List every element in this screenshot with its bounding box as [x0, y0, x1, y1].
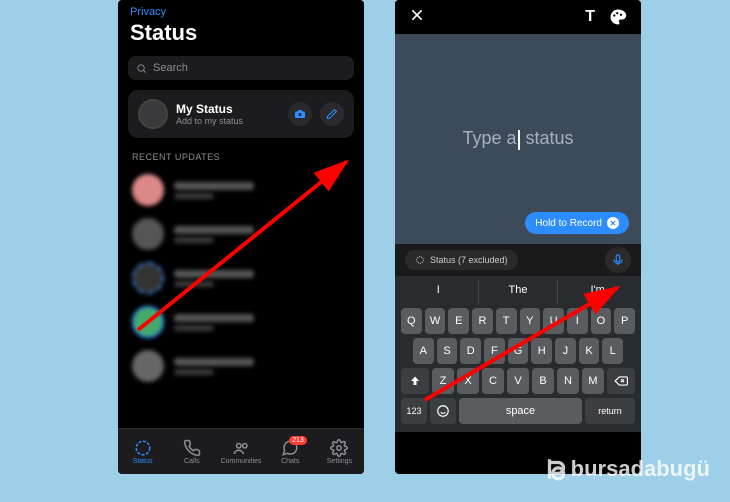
tab-chats[interactable]: 213Chats [266, 439, 315, 465]
suggestion[interactable]: I'm [558, 280, 637, 304]
header: Privacy Status [118, 0, 364, 50]
camera-icon [294, 108, 306, 120]
palette-icon[interactable] [609, 8, 627, 26]
dismiss-pill-button[interactable]: ✕ [607, 217, 619, 229]
watermark-icon [543, 456, 569, 482]
search-input[interactable]: Search [128, 56, 354, 80]
phone-compose-status: T Type a status Hold to Record ✕ Status … [395, 0, 641, 474]
tab-calls[interactable]: Calls [167, 439, 216, 465]
avatar [132, 262, 164, 294]
key-m[interactable]: M [582, 368, 604, 394]
tab-bar: Status Calls Communities 213Chats Settin… [118, 428, 364, 474]
key-123[interactable]: 123 [401, 398, 427, 424]
privacy-link[interactable]: Privacy [130, 6, 352, 18]
tab-settings[interactable]: Settings [315, 439, 364, 465]
list-item[interactable] [118, 344, 364, 388]
key-h[interactable]: H [531, 338, 552, 364]
suggestion[interactable]: The [479, 280, 559, 304]
key-n[interactable]: N [557, 368, 579, 394]
status-privacy-pill[interactable]: Status (7 excluded) [405, 250, 518, 270]
key-b[interactable]: B [532, 368, 554, 394]
key-d[interactable]: D [460, 338, 481, 364]
key-z[interactable]: Z [432, 368, 454, 394]
key-space[interactable]: space [459, 398, 582, 424]
pencil-button[interactable] [320, 102, 344, 126]
key-e[interactable]: E [448, 308, 469, 334]
phone-status-list: Privacy Status Search My Status Add to m… [118, 0, 364, 474]
key-y[interactable]: Y [520, 308, 541, 334]
watermark: bursadabugü [543, 456, 710, 482]
key-g[interactable]: G [508, 338, 529, 364]
suggestion[interactable]: I [399, 280, 479, 304]
search-placeholder: Search [153, 62, 188, 74]
my-status-row[interactable]: My Status Add to my status [128, 90, 354, 138]
badge: 213 [289, 436, 307, 445]
page-title: Status [130, 20, 352, 46]
status-ring-icon [415, 255, 425, 265]
text-tool-button[interactable]: T [585, 8, 595, 26]
my-status-title: My Status [176, 102, 280, 116]
close-button[interactable] [409, 7, 425, 28]
key-l[interactable]: L [602, 338, 623, 364]
gear-icon [330, 439, 348, 457]
tab-status[interactable]: Status [118, 439, 167, 465]
my-status-text: My Status Add to my status [176, 102, 280, 126]
list-item[interactable] [118, 300, 364, 344]
compose-header: T [395, 0, 641, 34]
key-o[interactable]: O [591, 308, 612, 334]
privacy-row: Status (7 excluded) [395, 244, 641, 276]
emoji-icon [436, 404, 450, 418]
key-i[interactable]: I [567, 308, 588, 334]
section-header: RECENT UPDATES [118, 138, 364, 168]
key-q[interactable]: Q [401, 308, 422, 334]
pencil-icon [326, 108, 338, 120]
list-item[interactable] [118, 168, 364, 212]
close-icon [409, 7, 425, 23]
mic-button[interactable] [605, 247, 631, 273]
key-a[interactable]: A [413, 338, 434, 364]
compose-area[interactable]: Type a status Hold to Record ✕ [395, 34, 641, 244]
text-cursor [518, 130, 520, 150]
key-s[interactable]: S [437, 338, 458, 364]
key-p[interactable]: P [614, 308, 635, 334]
key-u[interactable]: U [543, 308, 564, 334]
key-shift[interactable] [401, 368, 429, 394]
updates-list [118, 168, 364, 388]
key-backspace[interactable] [607, 368, 635, 394]
communities-icon [232, 439, 250, 457]
key-k[interactable]: K [579, 338, 600, 364]
avatar [132, 174, 164, 206]
key-v[interactable]: V [507, 368, 529, 394]
key-w[interactable]: W [425, 308, 446, 334]
camera-button[interactable] [288, 102, 312, 126]
list-item[interactable] [118, 212, 364, 256]
key-emoji[interactable] [430, 398, 456, 424]
mic-icon [611, 253, 625, 267]
keyboard: I The I'm QWERTYUIOP ASDFGHJKL ZXCVBNM 1… [395, 276, 641, 432]
key-j[interactable]: J [555, 338, 576, 364]
avatar [138, 99, 168, 129]
key-c[interactable]: C [482, 368, 504, 394]
suggestion-bar: I The I'm [399, 280, 637, 304]
avatar [132, 306, 164, 338]
key-return[interactable]: return [585, 398, 635, 424]
search-icon [136, 63, 147, 74]
hold-to-record-pill[interactable]: Hold to Record ✕ [525, 212, 629, 234]
avatar [132, 350, 164, 382]
phone-icon [183, 439, 201, 457]
key-r[interactable]: R [472, 308, 493, 334]
status-input[interactable]: Type a status [462, 128, 573, 149]
list-item[interactable] [118, 256, 364, 300]
my-status-sub: Add to my status [176, 116, 280, 126]
avatar [132, 218, 164, 250]
key-t[interactable]: T [496, 308, 517, 334]
status-icon [134, 439, 152, 457]
key-f[interactable]: F [484, 338, 505, 364]
key-x[interactable]: X [457, 368, 479, 394]
tab-communities[interactable]: Communities [216, 439, 265, 465]
